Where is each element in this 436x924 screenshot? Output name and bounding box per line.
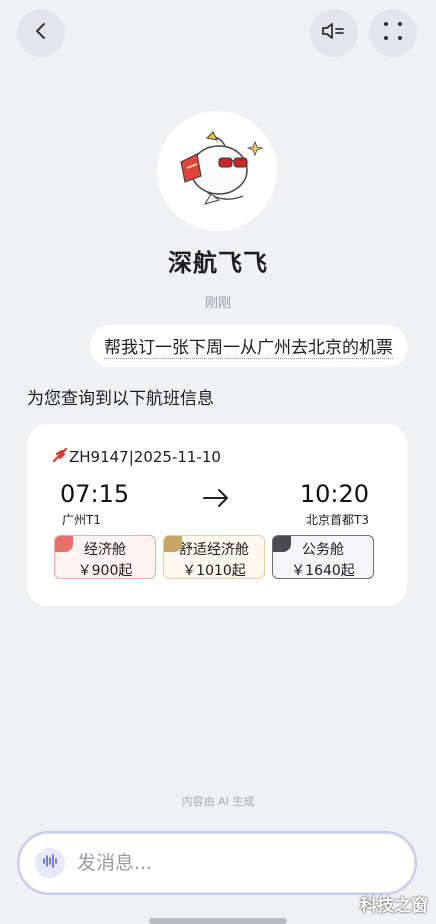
cabin-price: ￥1640起 [291, 563, 355, 579]
voice-wave-icon [42, 853, 58, 873]
cabin-tag-icon [164, 536, 182, 552]
message-input-bar[interactable] [17, 831, 417, 895]
flight-number-date: ZH9147|2025-11-10 [69, 448, 221, 466]
back-button[interactable] [17, 9, 65, 57]
cabin-comfort-economy-option[interactable]: 舒适经济舱 ￥1010起 [163, 535, 265, 579]
more-menu-button[interactable] [369, 9, 417, 57]
ai-generated-note: 内容由 AI 生成 [181, 795, 255, 808]
bot-avatar [157, 111, 277, 231]
cabin-price: ￥900起 [77, 563, 133, 579]
bot-reply-text: 为您查询到以下航班信息 [27, 389, 214, 409]
four-dots-icon [382, 20, 404, 46]
home-indicator[interactable] [149, 918, 287, 924]
plane-mascot-icon [167, 124, 267, 218]
cabin-business-option[interactable]: 公务舱 ￥1640起 [272, 535, 374, 579]
cabin-tag-icon [55, 536, 73, 552]
flight-header: ZH9147|2025-11-10 [52, 447, 221, 466]
message-timestamp: 刚刚 [204, 296, 231, 311]
arrow-right-icon [202, 488, 230, 512]
departure-airport: 广州T1 [62, 513, 101, 527]
chevron-left-icon [31, 21, 51, 45]
user-message-text: 帮我订一张下周一从广州去北京的机票 [104, 333, 393, 359]
watermark: 科技之窗 [360, 896, 428, 916]
cabin-tag-icon [273, 536, 291, 552]
arrival-airport: 北京首都T3 [306, 513, 369, 527]
speaker-settings-icon [321, 21, 347, 45]
user-message-bubble[interactable]: 帮我订一张下周一从广州去北京的机票 [90, 325, 407, 367]
speaker-button[interactable] [310, 9, 358, 57]
voice-input-button[interactable] [35, 848, 65, 878]
message-input[interactable] [77, 852, 377, 874]
bot-name: 深航飞飞 [168, 249, 268, 277]
flight-card[interactable]: ZH9147|2025-11-10 07:15 广州T1 10:20 北京首都T… [27, 424, 407, 606]
airline-logo-icon [52, 447, 68, 466]
departure-time: 07:15 [60, 480, 130, 508]
arrival-time: 10:20 [299, 480, 369, 508]
cabin-economy-option[interactable]: 经济舱 ￥900起 [54, 535, 156, 579]
cabin-price: ￥1010起 [182, 563, 246, 579]
